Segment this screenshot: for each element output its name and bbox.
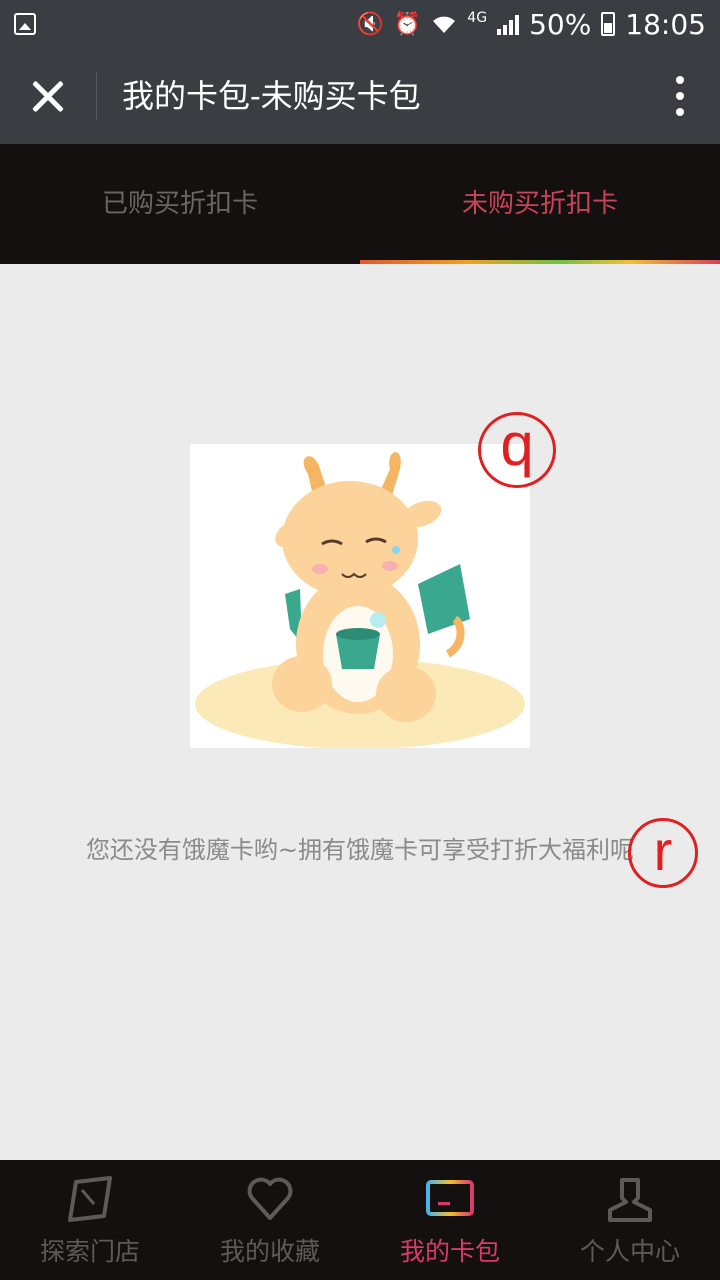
network-label: 4G [467, 10, 488, 26]
signal-icon [497, 13, 520, 35]
mute-icon: 🔇 [356, 11, 384, 37]
tab-label: 未购买折扣卡 [461, 189, 618, 219]
tab-purchased-cards[interactable]: 已购买折扣卡 [0, 144, 360, 264]
wifi-icon [433, 16, 456, 33]
bottom-navigation: 探索门店 我的收藏 我的卡包 个人中心 [0, 1160, 720, 1280]
heart-icon [247, 1177, 293, 1220]
mascot-image [190, 444, 530, 749]
battery-percent: 50% [529, 7, 592, 41]
annotation-marker-q: q [478, 412, 556, 488]
nav-personal-center[interactable]: 个人中心 [540, 1160, 720, 1280]
status-icons: 🔇 ⏰ 4G 50% 18:05 [356, 0, 706, 48]
tab-label: 已购买折扣卡 [101, 189, 258, 219]
empty-state: q 您还没有饿魔卡哟~拥有饿魔卡可享受打折大福利呢 r [0, 264, 720, 1160]
nav-label: 个人中心 [579, 1237, 680, 1266]
status-bar: 🔇 ⏰ 4G 50% 18:05 [0, 0, 720, 48]
page-title: 我的卡包-未购买卡包 [122, 78, 421, 114]
nav-label: 我的收藏 [219, 1237, 320, 1266]
title-bar: 我的卡包-未购买卡包 [0, 48, 720, 144]
person-icon [608, 1178, 652, 1222]
clock: 18:05 [625, 7, 706, 41]
more-dot-icon [676, 76, 684, 84]
sad-mascot-illustration [195, 452, 525, 749]
card-icon [426, 1180, 474, 1216]
more-dot-icon [676, 92, 684, 100]
nav-my-favorites[interactable]: 我的收藏 [180, 1160, 360, 1280]
nav-label: 我的卡包 [399, 1237, 500, 1266]
nav-label: 探索门店 [39, 1237, 140, 1266]
close-button[interactable] [22, 70, 74, 122]
alarm-icon: ⏰ [393, 11, 422, 37]
title-divider [96, 72, 97, 120]
more-options-button[interactable] [670, 76, 690, 116]
nav-explore-stores[interactable]: 探索门店 [0, 1160, 180, 1280]
annotation-marker-r: r [628, 818, 698, 888]
card-tabs: 已购买折扣卡 未购买折扣卡 [0, 144, 720, 264]
image-notification-icon [14, 13, 36, 35]
tab-unpurchased-cards[interactable]: 未购买折扣卡 [360, 144, 720, 264]
empty-message: 您还没有饿魔卡哟~拥有饿魔卡可享受打折大福利呢 [85, 836, 635, 864]
battery-icon [601, 12, 616, 36]
explore-icon [68, 1176, 112, 1222]
nav-my-cards[interactable]: 我的卡包 [360, 1160, 540, 1280]
more-dot-icon [676, 108, 684, 116]
